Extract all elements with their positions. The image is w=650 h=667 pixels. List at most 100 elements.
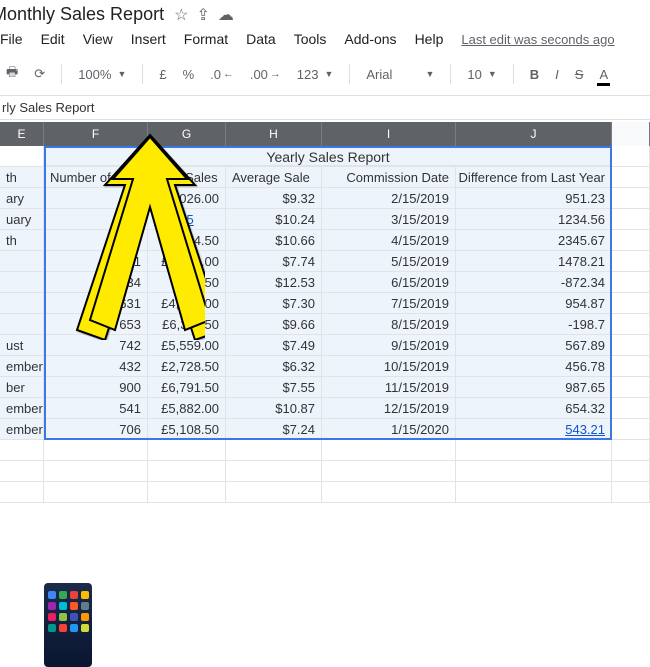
- cell[interactable]: 900: [44, 377, 148, 397]
- cell[interactable]: 4: [44, 209, 148, 229]
- percent-button[interactable]: %: [177, 63, 201, 86]
- cell[interactable]: £5,882.00: [148, 398, 226, 418]
- cell[interactable]: £3,876.00: [148, 251, 226, 271]
- cell[interactable]: ust: [0, 335, 44, 355]
- cell[interactable]: 12/15/2019: [322, 398, 456, 418]
- bold-button[interactable]: B: [524, 63, 545, 86]
- menu-tools[interactable]: Tools: [294, 31, 327, 47]
- cell[interactable]: [612, 188, 650, 208]
- cell[interactable]: 706: [44, 419, 148, 439]
- font-select[interactable]: Arial▼: [360, 63, 440, 86]
- cell[interactable]: $12.53: [226, 272, 322, 292]
- cell[interactable]: [612, 146, 650, 166]
- header-avg[interactable]: Average Sale: [226, 167, 322, 187]
- cell[interactable]: £6,311.50: [148, 314, 226, 334]
- cell[interactable]: 954.87: [456, 293, 612, 313]
- header-diff[interactable]: Difference from Last Year: [456, 167, 612, 187]
- cell[interactable]: th: [0, 230, 44, 250]
- strike-button[interactable]: S: [569, 63, 590, 86]
- col-header-h[interactable]: H: [226, 122, 322, 146]
- cell[interactable]: $10.24: [226, 209, 322, 229]
- cell[interactable]: [0, 272, 44, 292]
- cell[interactable]: ember: [0, 419, 44, 439]
- cell[interactable]: 4/15/2019: [322, 230, 456, 250]
- col-header-blank[interactable]: [612, 122, 650, 146]
- header-month[interactable]: th: [0, 167, 44, 187]
- italic-button[interactable]: I: [549, 63, 565, 86]
- cell[interactable]: 5006.5: [148, 209, 226, 229]
- cell[interactable]: £4,607.00: [148, 293, 226, 313]
- cell[interactable]: $10.66: [226, 230, 322, 250]
- menu-edit[interactable]: Edit: [41, 31, 65, 47]
- cell[interactable]: ember: [0, 398, 44, 418]
- edit-status[interactable]: Last edit was seconds ago: [461, 32, 614, 47]
- cell[interactable]: 432: [44, 356, 148, 376]
- header-commission[interactable]: Commission Date: [322, 167, 456, 187]
- cell[interactable]: [612, 272, 650, 292]
- cell[interactable]: $7.74: [226, 251, 322, 271]
- menu-format[interactable]: Format: [184, 31, 228, 47]
- menu-data[interactable]: Data: [246, 31, 276, 47]
- cell[interactable]: 2345.67: [456, 230, 612, 250]
- cell[interactable]: [612, 377, 650, 397]
- cell[interactable]: 543.21: [456, 419, 612, 439]
- col-header-i[interactable]: I: [322, 122, 456, 146]
- header-number[interactable]: Number of: [44, 167, 148, 187]
- cell[interactable]: [612, 209, 650, 229]
- cell[interactable]: [612, 314, 650, 334]
- cell[interactable]: [612, 398, 650, 418]
- cell[interactable]: £2,728.50: [148, 356, 226, 376]
- cell[interactable]: 1234.56: [456, 209, 612, 229]
- paint-icon[interactable]: ⟳: [28, 62, 51, 86]
- col-header-e[interactable]: E: [0, 122, 44, 146]
- cell[interactable]: $7.49: [226, 335, 322, 355]
- cell[interactable]: [612, 419, 650, 439]
- cell[interactable]: 501: [44, 251, 148, 271]
- cell[interactable]: [612, 167, 650, 187]
- cell[interactable]: 8/15/2019: [322, 314, 456, 334]
- cell[interactable]: [0, 251, 44, 271]
- cell[interactable]: $7.55: [226, 377, 322, 397]
- cell[interactable]: £6,791.50: [148, 377, 226, 397]
- star-icon[interactable]: ☆: [174, 5, 188, 25]
- cell[interactable]: $7.24: [226, 419, 322, 439]
- more-formats-button[interactable]: 123▼: [291, 63, 340, 86]
- cell[interactable]: £8,474.50: [148, 230, 226, 250]
- currency-button[interactable]: £: [153, 63, 172, 86]
- cell[interactable]: 951.23: [456, 188, 612, 208]
- doc-title[interactable]: Monthly Sales Report: [0, 4, 164, 25]
- cell[interactable]: 456.78: [456, 356, 612, 376]
- menu-help[interactable]: Help: [415, 31, 444, 47]
- cell[interactable]: 1/15/2020: [322, 419, 456, 439]
- font-size-select[interactable]: 10▼: [461, 63, 502, 86]
- cell[interactable]: 795: [44, 230, 148, 250]
- move-icon[interactable]: ⇪: [196, 5, 209, 25]
- cell[interactable]: [612, 251, 650, 271]
- col-header-f[interactable]: F: [44, 122, 148, 146]
- cell[interactable]: $7.30: [226, 293, 322, 313]
- cell[interactable]: 9/15/2019: [322, 335, 456, 355]
- header-total[interactable]: Total Sales: [148, 167, 226, 187]
- cell[interactable]: 2/15/2019: [322, 188, 456, 208]
- cell[interactable]: [0, 293, 44, 313]
- cell[interactable]: 541: [44, 398, 148, 418]
- col-header-j[interactable]: J: [456, 122, 612, 146]
- dec-minus-button[interactable]: .0←: [204, 63, 240, 86]
- cell[interactable]: 11/15/2019: [322, 377, 456, 397]
- cell[interactable]: £4,026.00: [148, 188, 226, 208]
- cell[interactable]: [0, 146, 44, 166]
- print-icon[interactable]: 🖶: [0, 59, 24, 89]
- cell[interactable]: 234: [44, 272, 148, 292]
- cell[interactable]: £5,559.00: [148, 335, 226, 355]
- cell[interactable]: $9.32: [226, 188, 322, 208]
- cell[interactable]: [612, 293, 650, 313]
- cell[interactable]: [0, 314, 44, 334]
- cell[interactable]: -198.7: [456, 314, 612, 334]
- cell[interactable]: 987.65: [456, 377, 612, 397]
- cell[interactable]: [612, 356, 650, 376]
- formula-bar[interactable]: rly Sales Report: [0, 96, 650, 120]
- cell[interactable]: [612, 335, 650, 355]
- cell[interactable]: ary: [0, 188, 44, 208]
- cell[interactable]: £5,108.50: [148, 419, 226, 439]
- cell[interactable]: 5/15/2019: [322, 251, 456, 271]
